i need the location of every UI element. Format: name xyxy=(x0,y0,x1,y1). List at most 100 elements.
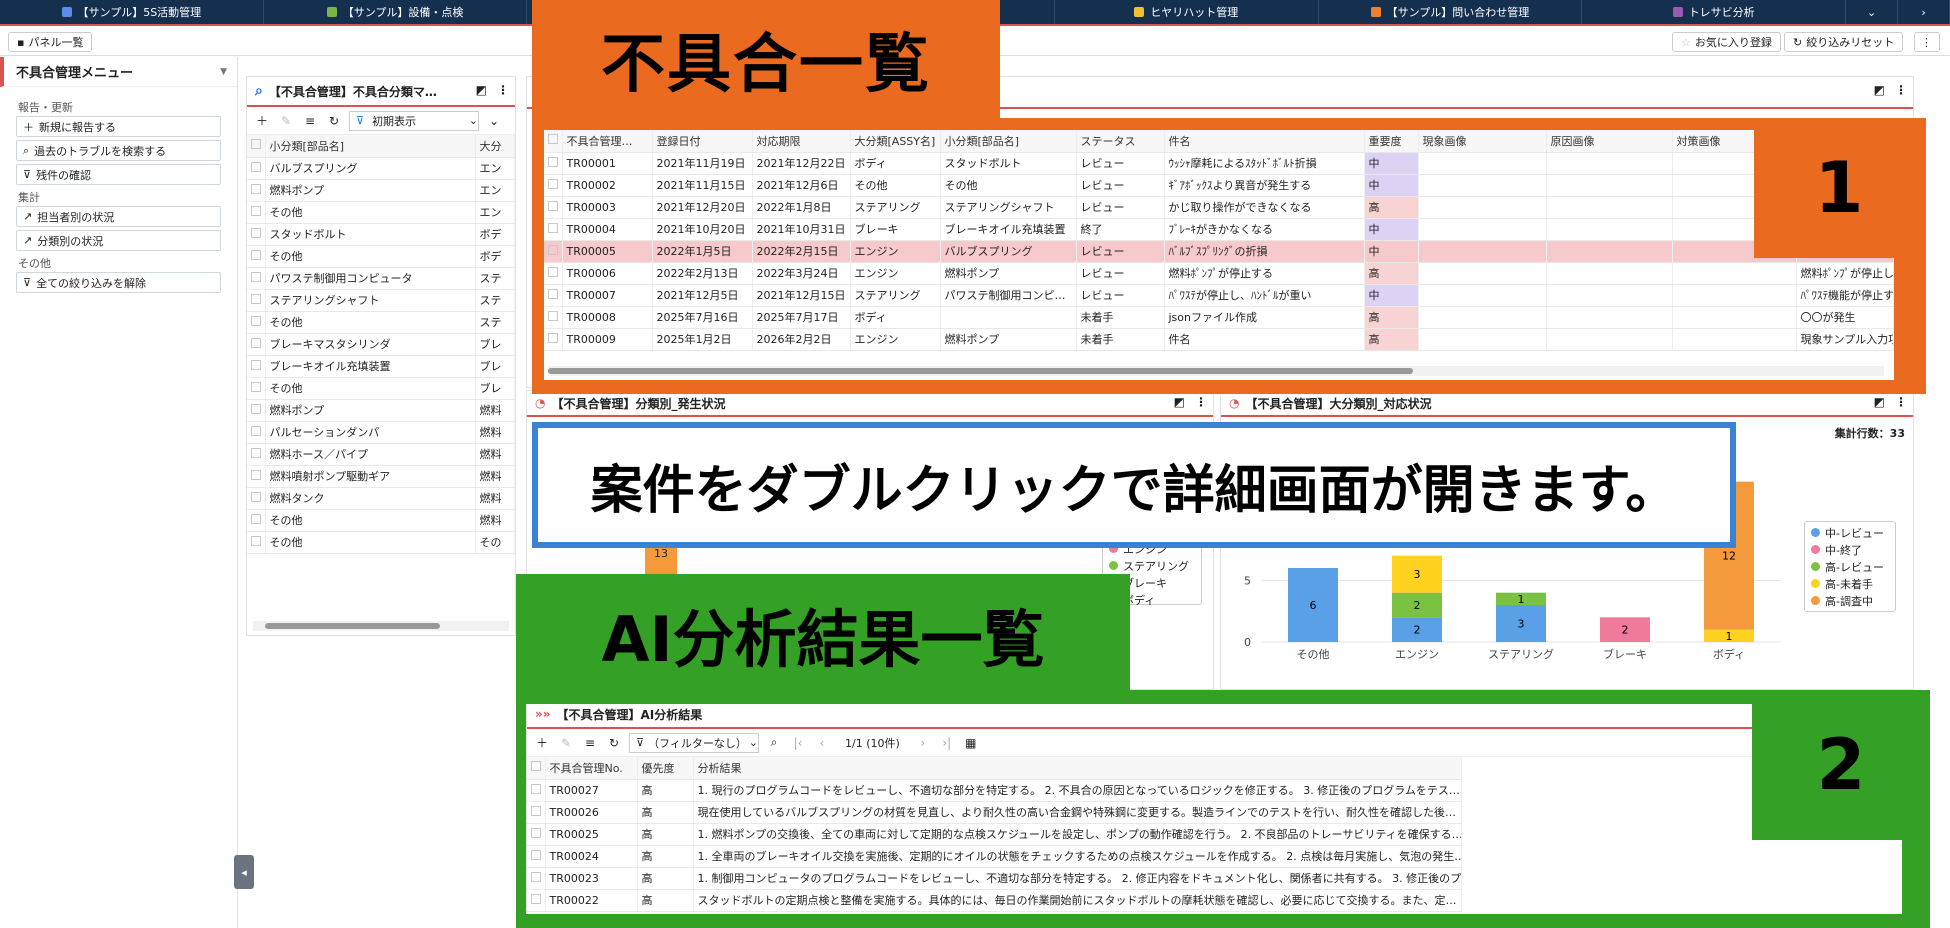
column-header[interactable]: 小分類[部品名] xyxy=(265,135,476,158)
table-row[interactable]: その他 ステ xyxy=(247,311,515,334)
row-checkbox[interactable] xyxy=(251,359,261,370)
row-checkbox[interactable] xyxy=(251,425,261,436)
chevron-down-icon[interactable]: ⌄ xyxy=(485,112,503,130)
legend-item[interactable]: 中-レビュー xyxy=(1811,524,1889,541)
table-row[interactable]: ブレーキオイル充填装置 ブレ xyxy=(247,355,515,378)
app-tab-trace[interactable]: トレサビ分析 xyxy=(1582,0,1847,24)
table-row[interactable]: 燃料ポンプ 燃料 xyxy=(247,399,515,422)
table-row[interactable]: ステアリングシャフト ステ xyxy=(247,289,515,312)
row-checkbox[interactable] xyxy=(548,200,558,211)
image-cell[interactable] xyxy=(1418,262,1547,285)
remaining-button[interactable]: ⊽ 残件の確認 xyxy=(16,164,221,185)
row-checkbox[interactable] xyxy=(251,293,261,304)
image-cell[interactable] xyxy=(1418,328,1547,351)
row-checkbox[interactable] xyxy=(251,183,261,194)
row-checkbox[interactable] xyxy=(251,205,261,216)
new-report-button[interactable]: ＋新規に報告する xyxy=(16,116,221,137)
expand-icon[interactable]: ◩ xyxy=(476,83,487,97)
favorite-button[interactable]: ☆ お気に入り登録 xyxy=(1672,32,1781,52)
table-row[interactable]: TR00023 高 1. 制御用コンピュータのプログラムコードをレビューし、不適切な… xyxy=(527,867,1462,890)
row-checkbox[interactable] xyxy=(251,469,261,480)
row-checkbox[interactable] xyxy=(548,244,558,255)
row-checkbox[interactable] xyxy=(531,805,541,816)
by-category-button[interactable]: ↗ 分類別の状況 xyxy=(16,230,221,251)
table-row[interactable]: その他 ボデ xyxy=(247,245,515,268)
app-tab-near-miss[interactable]: ヒヤリハット管理 xyxy=(1055,0,1319,24)
search-icon[interactable]: ⌕ xyxy=(765,734,783,752)
chevron-right-icon[interactable]: › xyxy=(1898,0,1950,24)
expand-icon[interactable]: ◩ xyxy=(1874,83,1885,97)
row-checkbox[interactable] xyxy=(548,266,558,277)
image-cell[interactable] xyxy=(1672,306,1797,329)
row-checkbox[interactable] xyxy=(531,827,541,838)
table-row[interactable]: 燃料噴射ポンプ駆動ギア 燃料 xyxy=(247,465,515,488)
table-row[interactable]: その他 エン xyxy=(247,201,515,224)
clear-all-filters-button[interactable]: ⊽ 全ての絞り込みを解除 xyxy=(16,272,221,293)
row-checkbox[interactable] xyxy=(251,337,261,348)
image-cell[interactable] xyxy=(1418,196,1547,219)
row-checkbox[interactable] xyxy=(531,849,541,860)
image-cell[interactable] xyxy=(1546,174,1673,197)
image-cell[interactable] xyxy=(1546,328,1673,351)
image-cell[interactable] xyxy=(1672,284,1797,307)
panel-list-button[interactable]: ▪ パネル一覧 xyxy=(8,32,93,52)
row-checkbox[interactable] xyxy=(251,447,261,458)
image-cell[interactable] xyxy=(1418,152,1547,175)
row-checkbox[interactable] xyxy=(251,161,261,172)
select-all-checkbox[interactable] xyxy=(251,139,261,150)
table-settings-icon[interactable]: ▦ xyxy=(962,734,980,752)
add-icon[interactable]: ＋ xyxy=(253,112,271,130)
legend-item[interactable]: 中-終了 xyxy=(1811,541,1889,558)
column-header[interactable]: 現象画像 xyxy=(1418,130,1547,153)
table-row[interactable]: その他 燃料 xyxy=(247,509,515,532)
table-row[interactable]: TR00001 2021年11月19日 2021年12月22日 ボディ スタッドボルトレ… xyxy=(544,152,1894,175)
table-row[interactable]: TR00005 2022年1月5日 2022年2月15日 エンジン バルブスプリング レビ… xyxy=(544,240,1894,263)
row-checkbox[interactable] xyxy=(251,403,261,414)
table-row[interactable]: 燃料ポンプ エン xyxy=(247,179,515,202)
table-row[interactable]: TR00008 2025年7月16日 2025年7月17日 ボディ 未着手 jsonファイ… xyxy=(544,306,1894,329)
table-row[interactable]: 燃料タンク 燃料 xyxy=(247,487,515,510)
search-past-button[interactable]: ⌕ 過去のトラブルを検索する xyxy=(16,140,221,161)
table-row[interactable]: TR00025 高 1. 燃料ポンプの交換後、全ての車両に対して定期的な点検スケジュ… xyxy=(527,823,1462,846)
legend-item[interactable]: 高-調査中 xyxy=(1811,592,1889,609)
row-checkbox[interactable] xyxy=(251,315,261,326)
column-header[interactable]: 重要度 xyxy=(1364,130,1419,153)
next-page-icon[interactable]: › xyxy=(914,734,932,752)
row-checkbox[interactable] xyxy=(251,249,261,260)
image-cell[interactable] xyxy=(1546,240,1673,263)
column-header[interactable]: 原因画像 xyxy=(1546,130,1673,153)
table-row[interactable]: パワステ制御用コンピュータ ステ xyxy=(247,267,515,290)
row-checkbox[interactable] xyxy=(251,381,261,392)
row-checkbox[interactable] xyxy=(531,871,541,882)
add-icon[interactable]: ＋ xyxy=(533,734,551,752)
horizontal-scrollbar[interactable] xyxy=(253,621,509,631)
image-cell[interactable] xyxy=(1546,284,1673,307)
column-header[interactable]: 件名 xyxy=(1164,130,1365,153)
horizontal-scrollbar[interactable] xyxy=(548,366,1884,376)
by-assignee-button[interactable]: ↗ 担当者別の状況 xyxy=(16,206,221,227)
refresh-icon[interactable]: ↻ xyxy=(605,734,623,752)
select-all-checkbox[interactable] xyxy=(548,134,558,145)
app-tab-inquiry[interactable]: 【サンプル】問い合わせ管理 xyxy=(1319,0,1583,24)
edit-icon[interactable]: ✎ xyxy=(557,734,575,752)
image-cell[interactable] xyxy=(1418,306,1547,329)
table-row[interactable]: 燃料ホース／パイプ 燃料 xyxy=(247,443,515,466)
table-row[interactable]: TR00006 2022年2月13日 2022年3月24日 エンジン 燃料ポンプ レビュー… xyxy=(544,262,1894,285)
more-icon[interactable]: ⋮ xyxy=(1914,32,1940,52)
row-checkbox[interactable] xyxy=(548,178,558,189)
filter-select[interactable]: ⊽ （フィルターなし） ⌄ xyxy=(629,732,759,753)
column-header[interactable]: 大分類[ASSY名] xyxy=(850,130,941,153)
table-row[interactable]: ブレーキマスタシリンダ ブレ xyxy=(247,333,515,356)
row-checkbox[interactable] xyxy=(548,288,558,299)
app-tab-equipment[interactable]: 【サンプル】設備・点検 xyxy=(264,0,528,24)
expand-icon[interactable]: ◩ xyxy=(1874,395,1885,409)
table-row[interactable]: その他 その xyxy=(247,531,515,554)
table-row[interactable]: バルブスプリング エン xyxy=(247,157,515,180)
image-cell[interactable] xyxy=(1546,218,1673,241)
legend-item[interactable]: 高-レビュー xyxy=(1811,558,1889,575)
image-cell[interactable] xyxy=(1418,174,1547,197)
column-header[interactable]: 登録日付 xyxy=(652,130,753,153)
more-icon[interactable]: ⋮ xyxy=(497,83,509,97)
row-checkbox[interactable] xyxy=(251,227,261,238)
row-checkbox[interactable] xyxy=(251,535,261,546)
